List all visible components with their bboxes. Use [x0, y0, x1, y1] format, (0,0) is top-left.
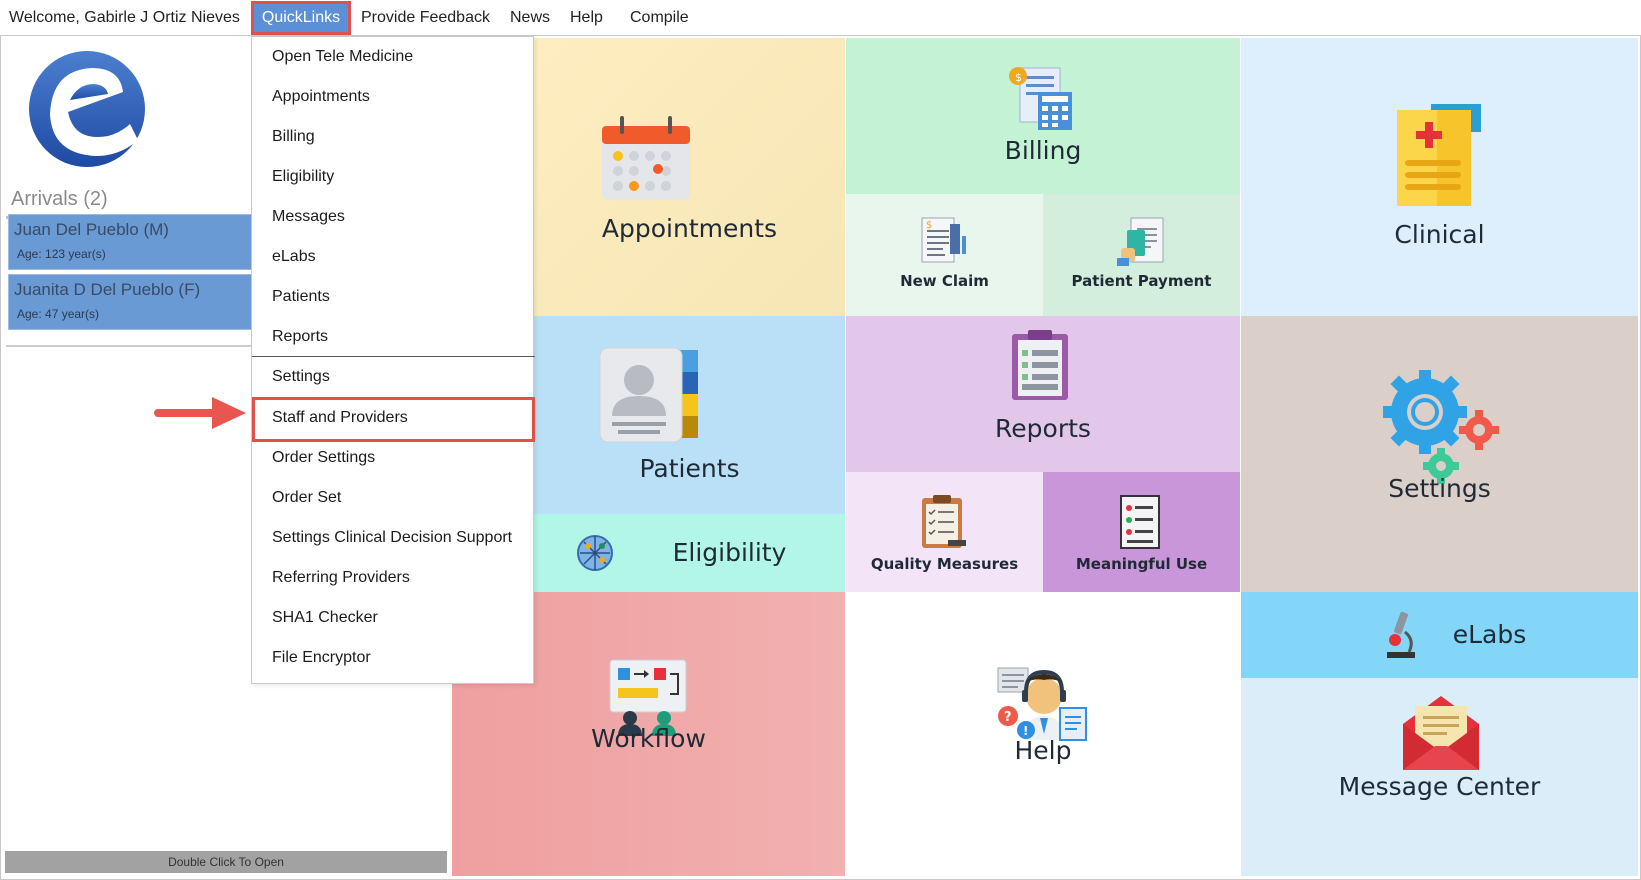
new-claim-icon: $ — [921, 217, 966, 263]
patients-tile[interactable]: Patients — [534, 316, 845, 514]
logo-icon — [29, 51, 145, 167]
settings-icon — [1383, 370, 1499, 484]
tile-label: Workflow — [591, 724, 706, 753]
tile-label: Settings — [1388, 474, 1491, 503]
menu-item-reports[interactable]: Reports — [272, 328, 328, 346]
patient-name: Juan Del Pueblo (M) — [14, 220, 169, 239]
tile-label: Patients — [639, 454, 740, 483]
menu-item-order-set[interactable]: Order Set — [272, 489, 341, 507]
menu-item-settings-clinical-decision-support[interactable]: Settings Clinical Decision Support — [272, 529, 512, 547]
eligibility-tile[interactable]: Eligibility — [534, 514, 845, 592]
menu-help[interactable]: Help — [570, 9, 603, 27]
patient-payment-icon — [1117, 217, 1164, 266]
settings-tile[interactable]: Settings — [1241, 316, 1638, 592]
double-click-hint[interactable]: Double Click To Open — [5, 851, 447, 873]
tile-label: Reports — [995, 414, 1091, 443]
tile-label: Eligibility — [672, 538, 787, 567]
patient-age: Age: 47 year(s) — [17, 307, 100, 321]
menu-item-staff-and-providers[interactable]: Staff and Providers — [272, 409, 408, 427]
menu-provide-feedback[interactable]: Provide Feedback — [361, 9, 490, 27]
arrivals-heading: Arrivals (2) — [11, 188, 108, 210]
menu-item-sha1-checker[interactable]: SHA1 Checker — [272, 609, 378, 627]
billing-icon: $ — [1009, 67, 1072, 130]
menu-quicklinks[interactable]: QuickLinks — [251, 1, 351, 35]
tile-label: Message Center — [1338, 772, 1541, 801]
calendar-icon — [602, 116, 690, 200]
help-tile[interactable]: ? ! Help — [846, 592, 1240, 876]
tile-label: Meaningful Use — [1075, 555, 1208, 573]
patients-icon — [599, 347, 698, 443]
tile-label: eLabs — [1452, 620, 1527, 649]
menu-item-file-encryptor[interactable]: File Encryptor — [272, 649, 371, 667]
app-window: Welcome, Gabirle J Ortiz Nieves QuickLin… — [0, 0, 1641, 880]
tile-label: Appointments — [601, 214, 778, 243]
patient-payment-tile[interactable]: Patient Payment — [1043, 194, 1240, 316]
welcome-text: Welcome, Gabirle J Ortiz Nieves — [9, 9, 240, 26]
patient-name: Juanita D Del Pueblo (F) — [14, 280, 201, 299]
arrow-icon — [154, 397, 246, 429]
svg-text:$: $ — [926, 220, 932, 231]
menu-compile[interactable]: Compile — [630, 9, 689, 27]
patient-age: Age: 123 year(s) — [17, 247, 106, 261]
menu-bar: Welcome, Gabirle J Ortiz Nieves QuickLin… — [0, 0, 1641, 35]
menu-item-elabs[interactable]: eLabs — [272, 248, 316, 266]
message-center-tile[interactable]: Message Center — [1241, 678, 1638, 876]
tile-label: Clinical — [1394, 220, 1485, 249]
meaningful-use-tile[interactable]: Meaningful Use — [1043, 472, 1240, 592]
quality-measures-icon — [922, 495, 966, 548]
appointments-tile[interactable]: Appointments — [534, 38, 845, 316]
menu-item-settings[interactable]: Settings — [272, 368, 330, 386]
message-center-icon — [1403, 696, 1479, 770]
tile-label: Quality Measures — [870, 555, 1019, 573]
tile-label: New Claim — [900, 272, 989, 290]
new-claim-tile[interactable]: $ New Claim — [846, 194, 1043, 316]
reports-tile[interactable]: Reports — [846, 316, 1240, 472]
svg-text:?: ? — [1004, 710, 1012, 725]
menu-item-appointments[interactable]: Appointments — [272, 88, 370, 106]
elabs-tile[interactable]: eLabs — [1241, 592, 1638, 678]
menu-item-messages[interactable]: Messages — [272, 208, 345, 226]
menu-item-patients[interactable]: Patients — [272, 288, 330, 306]
menu-item-eligibility[interactable]: Eligibility — [272, 168, 334, 186]
reports-icon — [1012, 330, 1068, 400]
menu-item-billing[interactable]: Billing — [272, 128, 315, 146]
tile-label: Billing — [1004, 136, 1082, 165]
tile-label: Patient Payment — [1071, 272, 1212, 290]
menu-item-referring-providers[interactable]: Referring Providers — [272, 569, 410, 587]
clinical-icon — [1397, 104, 1481, 206]
tile-label: Help — [1014, 736, 1072, 765]
menu-news[interactable]: News — [510, 9, 550, 27]
menu-item-order-settings[interactable]: Order Settings — [272, 449, 375, 467]
menu-item-open-tele-medicine[interactable]: Open Tele Medicine — [272, 48, 413, 66]
clinical-tile[interactable]: Clinical — [1241, 38, 1638, 316]
quality-measures-tile[interactable]: Quality Measures — [846, 472, 1043, 592]
billing-tile[interactable]: $ Billing — [846, 38, 1240, 194]
quicklinks-dropdown: Open Tele Medicine Appointments Billing … — [251, 36, 535, 684]
meaningful-use-icon — [1120, 495, 1160, 549]
menu-separator — [252, 356, 535, 357]
svg-text:$: $ — [1015, 71, 1022, 84]
